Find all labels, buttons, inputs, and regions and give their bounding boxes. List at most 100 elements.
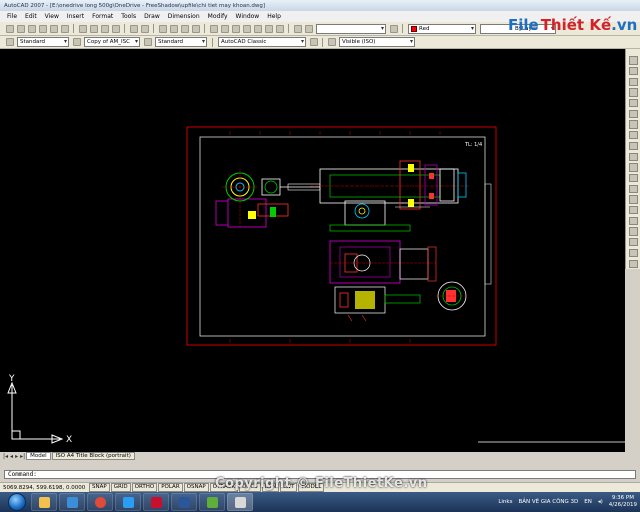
cut-icon[interactable] [78, 24, 87, 33]
table-style-icon[interactable] [143, 38, 152, 46]
model-toggle[interactable]: MODEL [298, 483, 325, 492]
clock[interactable]: 9:36 PM 4/26/2019 [609, 495, 637, 509]
layer-state-icon[interactable] [304, 24, 313, 33]
markup-icon[interactable] [253, 24, 262, 33]
layer-dropdown[interactable] [316, 23, 386, 34]
explode-icon[interactable] [628, 216, 638, 226]
drawing-canvas[interactable]: TL: 1/4 Y X [0, 49, 625, 452]
copy-object-icon[interactable] [628, 66, 638, 76]
array-icon[interactable] [628, 99, 638, 108]
dimension-aligned-icon[interactable] [628, 238, 638, 247]
lwt-toggle[interactable]: LWT [280, 483, 298, 492]
open-file-icon[interactable] [16, 24, 25, 33]
save-icon[interactable] [27, 24, 36, 33]
tab-model[interactable]: Model [26, 452, 51, 460]
taskbar-zalo[interactable] [115, 493, 141, 511]
erase-icon[interactable] [628, 56, 638, 65]
volume-icon[interactable]: ◂) [598, 499, 603, 505]
menu-format[interactable]: Format [88, 11, 117, 22]
active-task-label[interactable]: BẢN VẼ GIA CÔNG 3D [518, 499, 578, 505]
move-icon[interactable] [628, 109, 638, 119]
grid-toggle[interactable]: GRID [110, 483, 131, 492]
tab-layout-iso-a4[interactable]: ISO A4 Title Block (portrait) [51, 452, 135, 460]
sheet-set-icon[interactable] [242, 24, 251, 33]
redo-icon[interactable] [140, 24, 149, 33]
taskbar-chrome[interactable] [87, 493, 113, 511]
dim-style-icon[interactable] [72, 38, 81, 46]
menu-file[interactable]: File [3, 11, 21, 22]
last-tab-icon[interactable]: ▸| [20, 453, 25, 460]
match-properties-icon[interactable] [111, 24, 120, 33]
properties-icon[interactable] [209, 24, 218, 33]
help-icon[interactable] [275, 24, 284, 33]
plot-preview-icon[interactable] [49, 24, 58, 33]
zoom-realtime-icon[interactable] [169, 24, 178, 33]
dimension-angular-icon[interactable] [628, 259, 638, 268]
trim-icon[interactable] [628, 152, 638, 161]
start-button[interactable] [8, 493, 26, 511]
fillet-icon[interactable] [628, 206, 638, 215]
break-icon[interactable] [628, 173, 638, 183]
layer-state-dropdown[interactable]: Visible (ISO) [339, 37, 415, 47]
paste-icon[interactable] [100, 24, 109, 33]
menu-draw[interactable]: Draw [140, 11, 164, 22]
menu-edit[interactable]: Edit [21, 11, 41, 22]
polar-toggle[interactable]: POLAR [158, 483, 183, 492]
text-style-dropdown[interactable]: Standard [17, 37, 69, 47]
menu-window[interactable]: Window [232, 11, 264, 22]
undo-icon[interactable] [129, 24, 138, 33]
ducs-toggle[interactable]: DUCS [239, 483, 261, 492]
scale-icon[interactable] [628, 131, 638, 140]
plot-icon[interactable] [38, 24, 47, 33]
copy-icon[interactable] [89, 24, 98, 33]
make-current-layer-icon[interactable] [389, 24, 398, 33]
table-style-dropdown[interactable]: Standard [155, 37, 207, 47]
menu-view[interactable]: View [41, 11, 63, 22]
snap-toggle[interactable]: SNAP [89, 483, 110, 492]
links-toolbar[interactable]: Links [498, 499, 512, 505]
dyn-toggle[interactable]: DYN [261, 483, 280, 492]
otrack-toggle[interactable]: OTRACK [209, 483, 239, 492]
zoom-previous-icon[interactable] [191, 24, 200, 33]
osnap-toggle[interactable]: OSNAP [183, 483, 209, 492]
dimension-radius-icon[interactable] [628, 248, 638, 258]
color-dropdown[interactable]: Red [408, 23, 476, 34]
new-file-icon[interactable] [5, 24, 14, 33]
taskbar-media[interactable] [59, 493, 85, 511]
menu-dimension[interactable]: Dimension [164, 11, 204, 22]
offset-icon[interactable] [628, 88, 638, 97]
pan-icon[interactable] [158, 24, 167, 33]
menu-insert[interactable]: Insert [63, 11, 88, 22]
layer-states-icon[interactable] [327, 38, 336, 46]
menu-tools[interactable]: Tools [117, 11, 140, 22]
workspace-dropdown[interactable]: AutoCAD Classic [218, 37, 306, 47]
language-indicator[interactable]: EN [584, 499, 592, 505]
zoom-window-icon[interactable] [180, 24, 189, 33]
prev-tab-icon[interactable]: ◂ [10, 453, 13, 460]
first-tab-icon[interactable]: |◂ [3, 453, 8, 460]
taskbar-app[interactable] [199, 493, 225, 511]
extend-icon[interactable] [628, 163, 638, 172]
dim-style-dropdown[interactable]: Copy of AM_ISC [84, 37, 140, 47]
layer-manager-icon[interactable] [293, 24, 302, 33]
menu-modify[interactable]: Modify [204, 11, 232, 22]
design-center-icon[interactable] [220, 24, 229, 33]
command-input[interactable]: Command: [4, 470, 636, 479]
mirror-icon[interactable] [628, 77, 638, 86]
text-style-icon[interactable] [5, 38, 14, 46]
stretch-icon[interactable] [628, 141, 638, 151]
calculator-icon[interactable] [264, 24, 273, 33]
ortho-toggle[interactable]: ORTHO [131, 483, 158, 492]
taskbar-word[interactable] [171, 493, 197, 511]
tool-palettes-icon[interactable] [231, 24, 240, 33]
workspace-settings-icon[interactable] [309, 38, 318, 46]
next-tab-icon[interactable]: ▸ [15, 453, 18, 460]
taskbar-explorer[interactable] [31, 493, 57, 511]
taskbar-solidworks[interactable] [143, 493, 169, 511]
publish-icon[interactable] [60, 24, 69, 33]
rotate-icon[interactable] [628, 120, 638, 129]
chamfer-icon[interactable] [628, 195, 638, 204]
join-icon[interactable] [628, 184, 638, 193]
dimension-linear-icon[interactable] [628, 227, 638, 236]
menu-help[interactable]: Help [263, 11, 285, 22]
